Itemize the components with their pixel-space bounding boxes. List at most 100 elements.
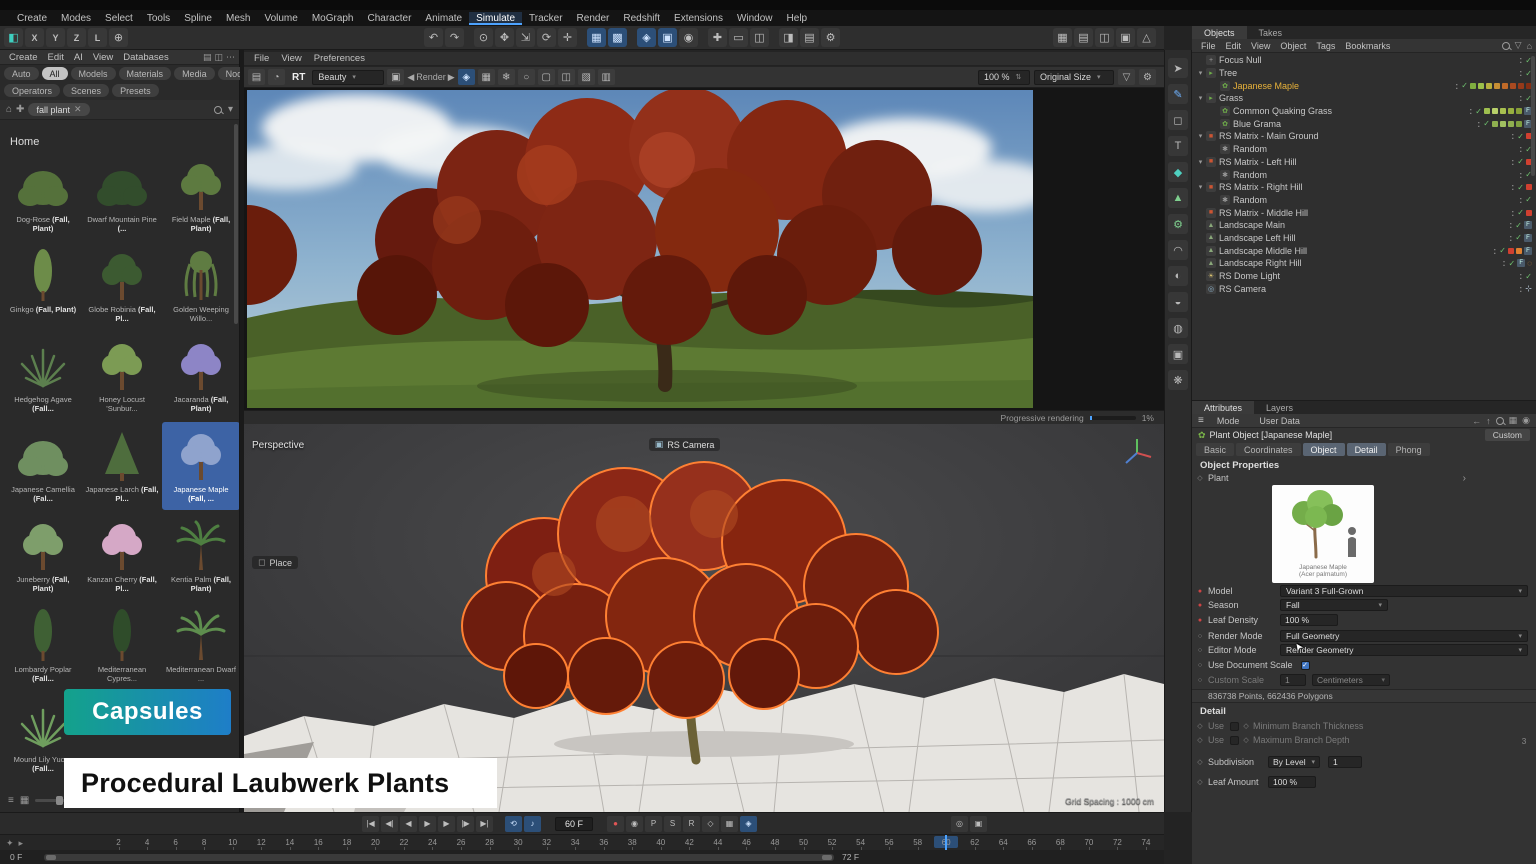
axis-cube-icon[interactable]: ◧ <box>4 28 23 47</box>
material-chip[interactable] <box>1526 184 1532 190</box>
menu-character[interactable]: Character <box>361 12 419 25</box>
expand-chevron-icon[interactable]: › <box>1463 473 1466 484</box>
filter-materials[interactable]: Materials <box>119 67 172 80</box>
object-menu-file[interactable]: File <box>1196 41 1221 51</box>
asset-item[interactable]: Juneberry (Fall, Plant) <box>4 512 82 600</box>
expand-arrow-icon[interactable]: ▾ <box>1196 158 1205 166</box>
next-render-icon[interactable]: ▶ <box>448 72 455 83</box>
use-max-branch-checkbox[interactable] <box>1230 736 1239 745</box>
rotate-button[interactable]: ⟳ <box>537 28 556 47</box>
go-to-start-button[interactable]: |◀ <box>362 816 379 832</box>
object-row[interactable]: ✿Blue Grama:✓F <box>1192 117 1536 130</box>
menu-spline[interactable]: Spline <box>177 12 219 25</box>
playhead[interactable] <box>945 835 947 851</box>
autokey-button[interactable]: ◉ <box>626 816 643 832</box>
season-dropdown[interactable]: Fall▾ <box>1280 599 1388 611</box>
object-row[interactable]: ▲Landscape Left Hill:✓F <box>1192 232 1536 245</box>
custom-button[interactable]: Custom <box>1485 429 1530 441</box>
object-menu-view[interactable]: View <box>1246 41 1275 51</box>
asset-item[interactable]: Lombardy Poplar (Fall... <box>4 602 82 690</box>
asset-item[interactable]: Globe Robinia (Fall, Pl... <box>83 242 161 330</box>
snap-button[interactable]: ◈ <box>637 28 656 47</box>
visibility-dots[interactable]: : <box>1469 106 1473 116</box>
pen-tool-icon[interactable]: ✎ <box>1168 84 1188 104</box>
search-tag[interactable]: fall plant✕ <box>28 103 89 116</box>
object-label[interactable]: Blue Grama <box>1233 119 1281 129</box>
mirror-half-icon[interactable]: ◐ <box>1168 266 1188 286</box>
previous-key-button[interactable]: ◀| <box>381 816 398 832</box>
visibility-dots[interactable]: : <box>1493 246 1497 256</box>
enabled-check-icon[interactable]: ✓ <box>1517 208 1524 217</box>
render-menu-preferences[interactable]: Preferences <box>308 53 371 64</box>
object-row[interactable]: ▾■RS Matrix - Main Ground:✓ <box>1192 130 1536 143</box>
asset-item[interactable]: Japanese Camellia (Fal... <box>4 422 82 510</box>
grid-view-icon[interactable]: ▦ <box>20 795 29 806</box>
history-icon[interactable]: ◔ <box>268 69 285 85</box>
object-label[interactable]: RS Matrix - Left Hill <box>1219 157 1297 167</box>
menu-mograph[interactable]: MoGraph <box>305 12 361 25</box>
subdivision-mode-dropdown[interactable]: By Level▾ <box>1268 756 1320 768</box>
mirror-button[interactable]: ◫ <box>750 28 769 47</box>
menu-select[interactable]: Select <box>98 12 140 25</box>
workplane-button[interactable]: ▭ <box>729 28 748 47</box>
asset-item[interactable]: Hedgehog Agave (Fall... <box>4 332 82 420</box>
asset-item[interactable]: Ginkgo (Fall, Plant) <box>4 242 82 330</box>
expand-arrow-icon[interactable]: ▾ <box>1196 183 1205 191</box>
thumb-size-icon[interactable]: ▤ <box>203 52 212 63</box>
custom-scale-unit-dropdown[interactable]: Centimeters▾ <box>1312 674 1390 686</box>
menu-create[interactable]: Create <box>10 12 54 25</box>
material-chip[interactable] <box>1516 248 1522 254</box>
object-label[interactable]: Random <box>1233 195 1267 205</box>
object-row[interactable]: ◎RS Camera:⊹ <box>1192 282 1536 295</box>
material-chip[interactable] <box>1470 83 1476 89</box>
visibility-dots[interactable]: : <box>1511 131 1515 141</box>
param-dot[interactable]: ○ <box>1192 677 1208 684</box>
leaf-density-input[interactable]: 100 % <box>1280 614 1338 626</box>
expand-arrow-icon[interactable]: ▾ <box>1196 132 1205 140</box>
field-tag-icon[interactable]: F <box>1524 221 1532 229</box>
visibility-dots[interactable]: : <box>1519 170 1523 180</box>
visibility-dots[interactable]: : <box>1519 68 1523 78</box>
object-menu-bookmarks[interactable]: Bookmarks <box>1340 41 1395 51</box>
param-dot[interactable]: ◇ <box>1192 778 1208 786</box>
filter-funnel-icon[interactable]: ▽ <box>1118 69 1135 85</box>
menu-help[interactable]: Help <box>780 12 815 25</box>
use-document-scale-checkbox[interactable]: ✓ <box>1301 661 1310 670</box>
asset-menu-create[interactable]: Create <box>4 52 43 63</box>
text-tool-icon[interactable]: T <box>1168 136 1188 156</box>
visibility-dots[interactable]: : <box>1511 182 1515 192</box>
param-dot[interactable]: ◇ <box>1192 736 1208 744</box>
object-row[interactable]: ▾■RS Matrix - Left Hill:✓ <box>1192 156 1536 169</box>
material-chip[interactable] <box>1518 83 1524 89</box>
field-tag-icon[interactable]: F <box>1524 247 1532 255</box>
object-row[interactable]: ✿Japanese Maple:✓ <box>1192 79 1536 92</box>
record-rotation-button[interactable]: R <box>683 816 700 832</box>
object-row[interactable]: ▲Landscape Main:✓F <box>1192 219 1536 232</box>
object-label[interactable]: Random <box>1233 144 1267 154</box>
modeling-axis-button[interactable]: ✚ <box>708 28 727 47</box>
magnet-tool-button[interactable]: ◉ <box>679 28 698 47</box>
object-row[interactable]: ▾▸Tree:✓ <box>1192 67 1536 80</box>
object-label[interactable]: RS Camera <box>1219 284 1266 294</box>
sculpt-icon[interactable]: ❋ <box>1168 370 1188 390</box>
add-filter-icon[interactable]: ✚ <box>16 104 24 115</box>
param-dot[interactable]: ◇ <box>1192 722 1208 730</box>
filter-scenes[interactable]: Scenes <box>63 84 109 97</box>
object-row[interactable]: ▲Landscape Right Hill:✓F◌ <box>1192 257 1536 270</box>
material-ball-icon[interactable]: ◍ <box>1168 318 1188 338</box>
scale-interface-button[interactable]: △ <box>1137 28 1156 47</box>
menu-tracker[interactable]: Tracker <box>522 12 570 25</box>
simulate-project-button[interactable]: ▩ <box>608 28 627 47</box>
coord-system-button[interactable]: ⊕ <box>109 28 128 47</box>
visibility-dots[interactable]: : <box>1455 81 1459 91</box>
asset-menu-edit[interactable]: Edit <box>43 52 69 63</box>
menu-window[interactable]: Window <box>730 12 780 25</box>
render-prefs-gear-icon[interactable]: ⚙ <box>1139 69 1156 85</box>
layout-3-button[interactable]: ◫ <box>1095 28 1114 47</box>
render-mode-dropdown[interactable]: Full Geometry▾ <box>1280 630 1528 642</box>
camera-pick-icon[interactable]: ▣ <box>387 69 404 85</box>
filter-operators[interactable]: Operators <box>4 84 60 97</box>
object-row[interactable]: ☀RS Dome Light:✓ <box>1192 270 1536 283</box>
region-render-icon[interactable]: ▢ <box>538 69 555 85</box>
leaf-amount-input[interactable]: 100 % <box>1268 776 1316 788</box>
